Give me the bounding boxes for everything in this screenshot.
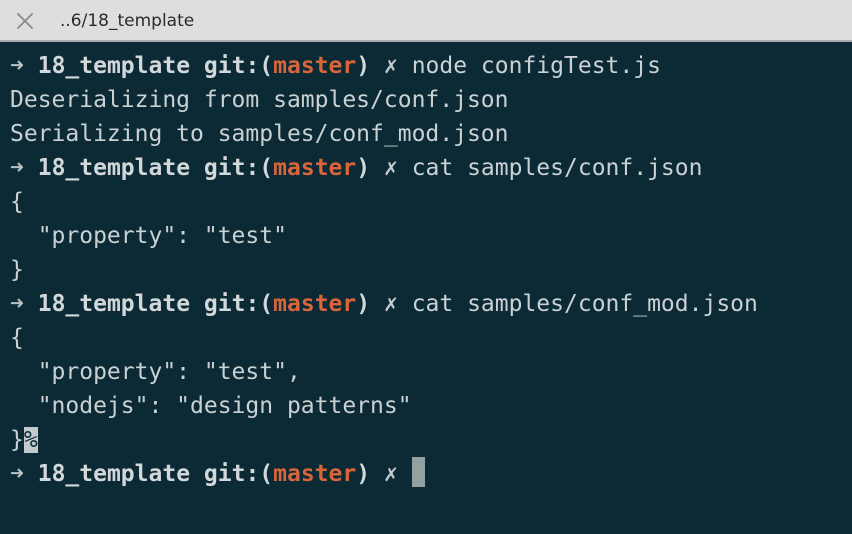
output-text: {: [10, 325, 24, 351]
prompt-directory: 18_template: [37, 291, 191, 317]
output-line: {: [10, 185, 852, 219]
prompt-line: ➜ 18_template git:(master) ✗ cat samples…: [10, 151, 852, 185]
prompt-dirty-icon: ✗: [383, 461, 398, 487]
prompt-close-paren: ): [356, 53, 371, 79]
prompt-branch: master: [273, 291, 357, 317]
prompt-git-label: git:: [203, 53, 260, 79]
output-line: "property": "test": [10, 219, 852, 253]
output-line: }%: [10, 423, 852, 457]
terminal-output[interactable]: ➜ 18_template git:(master) ✗ node config…: [0, 49, 852, 491]
prompt-open-paren: (: [259, 53, 274, 79]
output-line: {: [10, 321, 852, 355]
output-line: Deserializing from samples/conf.json: [10, 83, 852, 117]
output-text: {: [10, 189, 24, 215]
prompt-close-paren: ): [356, 461, 371, 487]
no-newline-marker: %: [23, 427, 38, 453]
command-text: cat samples/conf_mod.json: [411, 291, 758, 317]
close-icon[interactable]: [16, 12, 34, 30]
prompt-dirty-icon: ✗: [383, 291, 398, 317]
prompt-arrow-icon: ➜: [10, 461, 24, 487]
prompt-dirty-icon: ✗: [383, 53, 398, 79]
terminal-window: ..6/18_template ➜ 18_template git:(maste…: [0, 0, 852, 534]
command-text: node configTest.js: [411, 53, 661, 79]
output-line: }: [10, 253, 852, 287]
output-text: "nodejs": "design patterns": [10, 393, 412, 419]
prompt-git-label: git:: [203, 461, 260, 487]
prompt-arrow-icon: ➜: [10, 53, 24, 79]
output-line: Serializing to samples/conf_mod.json: [10, 117, 852, 151]
output-text: Serializing to samples/conf_mod.json: [10, 121, 509, 147]
text-cursor[interactable]: [411, 457, 425, 487]
output-text: "property": "test",: [10, 359, 301, 385]
prompt-open-paren: (: [259, 291, 274, 317]
output-text: }: [10, 427, 24, 453]
prompt-git-label: git:: [203, 155, 260, 181]
tab-title[interactable]: ..6/18_template: [60, 9, 194, 33]
prompt-branch: master: [273, 461, 357, 487]
output-text: Deserializing from samples/conf.json: [10, 87, 509, 113]
prompt-branch: master: [273, 155, 357, 181]
prompt-close-paren: ): [356, 291, 371, 317]
command-text: cat samples/conf.json: [411, 155, 703, 181]
prompt-arrow-icon: ➜: [10, 155, 24, 181]
prompt-dirty-icon: ✗: [383, 155, 398, 181]
output-text: }: [10, 257, 24, 283]
prompt-line: ➜ 18_template git:(master) ✗: [10, 457, 852, 491]
output-line: "property": "test",: [10, 355, 852, 389]
prompt-directory: 18_template: [37, 53, 191, 79]
prompt-open-paren: (: [259, 461, 274, 487]
output-text: "property": "test": [10, 223, 287, 249]
prompt-close-paren: ): [356, 155, 371, 181]
prompt-line: ➜ 18_template git:(master) ✗ cat samples…: [10, 287, 852, 321]
prompt-branch: master: [273, 53, 357, 79]
prompt-open-paren: (: [259, 155, 274, 181]
tab-bar: ..6/18_template: [0, 0, 852, 42]
output-line: "nodejs": "design patterns": [10, 389, 852, 423]
prompt-directory: 18_template: [37, 461, 191, 487]
prompt-arrow-icon: ➜: [10, 291, 24, 317]
prompt-line: ➜ 18_template git:(master) ✗ node config…: [10, 49, 852, 83]
prompt-directory: 18_template: [37, 155, 191, 181]
prompt-git-label: git:: [203, 291, 260, 317]
